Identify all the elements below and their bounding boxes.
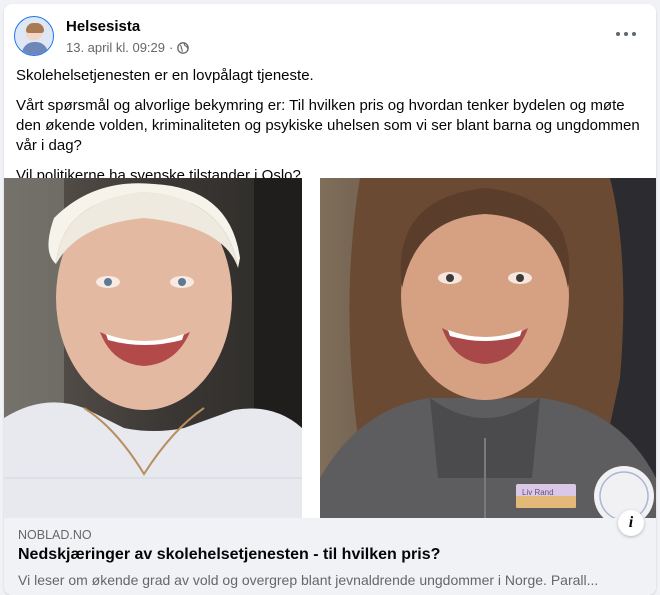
more-horizontal-icon[interactable]	[614, 24, 638, 44]
post-timestamp[interactable]: 13. april kl. 09:29	[66, 40, 165, 55]
name-badge-text: Liv Rand	[522, 488, 554, 497]
post-header: Helsesista 13. april kl. 09:29 ·	[14, 14, 646, 58]
post-text: Skolehelsetjenesten er en lovpålagt tjen…	[16, 66, 646, 196]
info-icon[interactable]: i	[618, 510, 644, 536]
post-paragraph: Vårt spørsmål og alvorlige bekymring er:…	[16, 97, 640, 154]
author-name[interactable]: Helsesista	[66, 18, 140, 35]
link-title[interactable]: Nedskjæringer av skolehelsetjenesten - t…	[18, 546, 440, 564]
avatar-body	[22, 42, 48, 55]
link-preview[interactable]: i NOBLAD.NO Nedskjæringer av skolehelset…	[4, 510, 656, 595]
link-description: Vi leser om økende grad av vold og overg…	[18, 572, 599, 588]
link-preview-image[interactable]: Liv Rand	[4, 178, 656, 518]
globe-icon[interactable]	[177, 41, 190, 54]
avatar-hair	[26, 23, 44, 33]
author-avatar[interactable]	[14, 16, 54, 56]
meta-separator: ·	[169, 40, 174, 55]
link-domain: NOBLAD.NO	[18, 528, 92, 542]
photo-left	[4, 178, 302, 518]
post-paragraph: Skolehelsetjenesten er en lovpålagt tjen…	[16, 67, 314, 84]
post-card: Helsesista 13. april kl. 09:29 · Skolehe…	[4, 4, 656, 595]
photo-gap	[302, 178, 320, 518]
post-meta: 13. april kl. 09:29 ·	[66, 40, 190, 55]
photo-right: Liv Rand	[320, 178, 656, 518]
